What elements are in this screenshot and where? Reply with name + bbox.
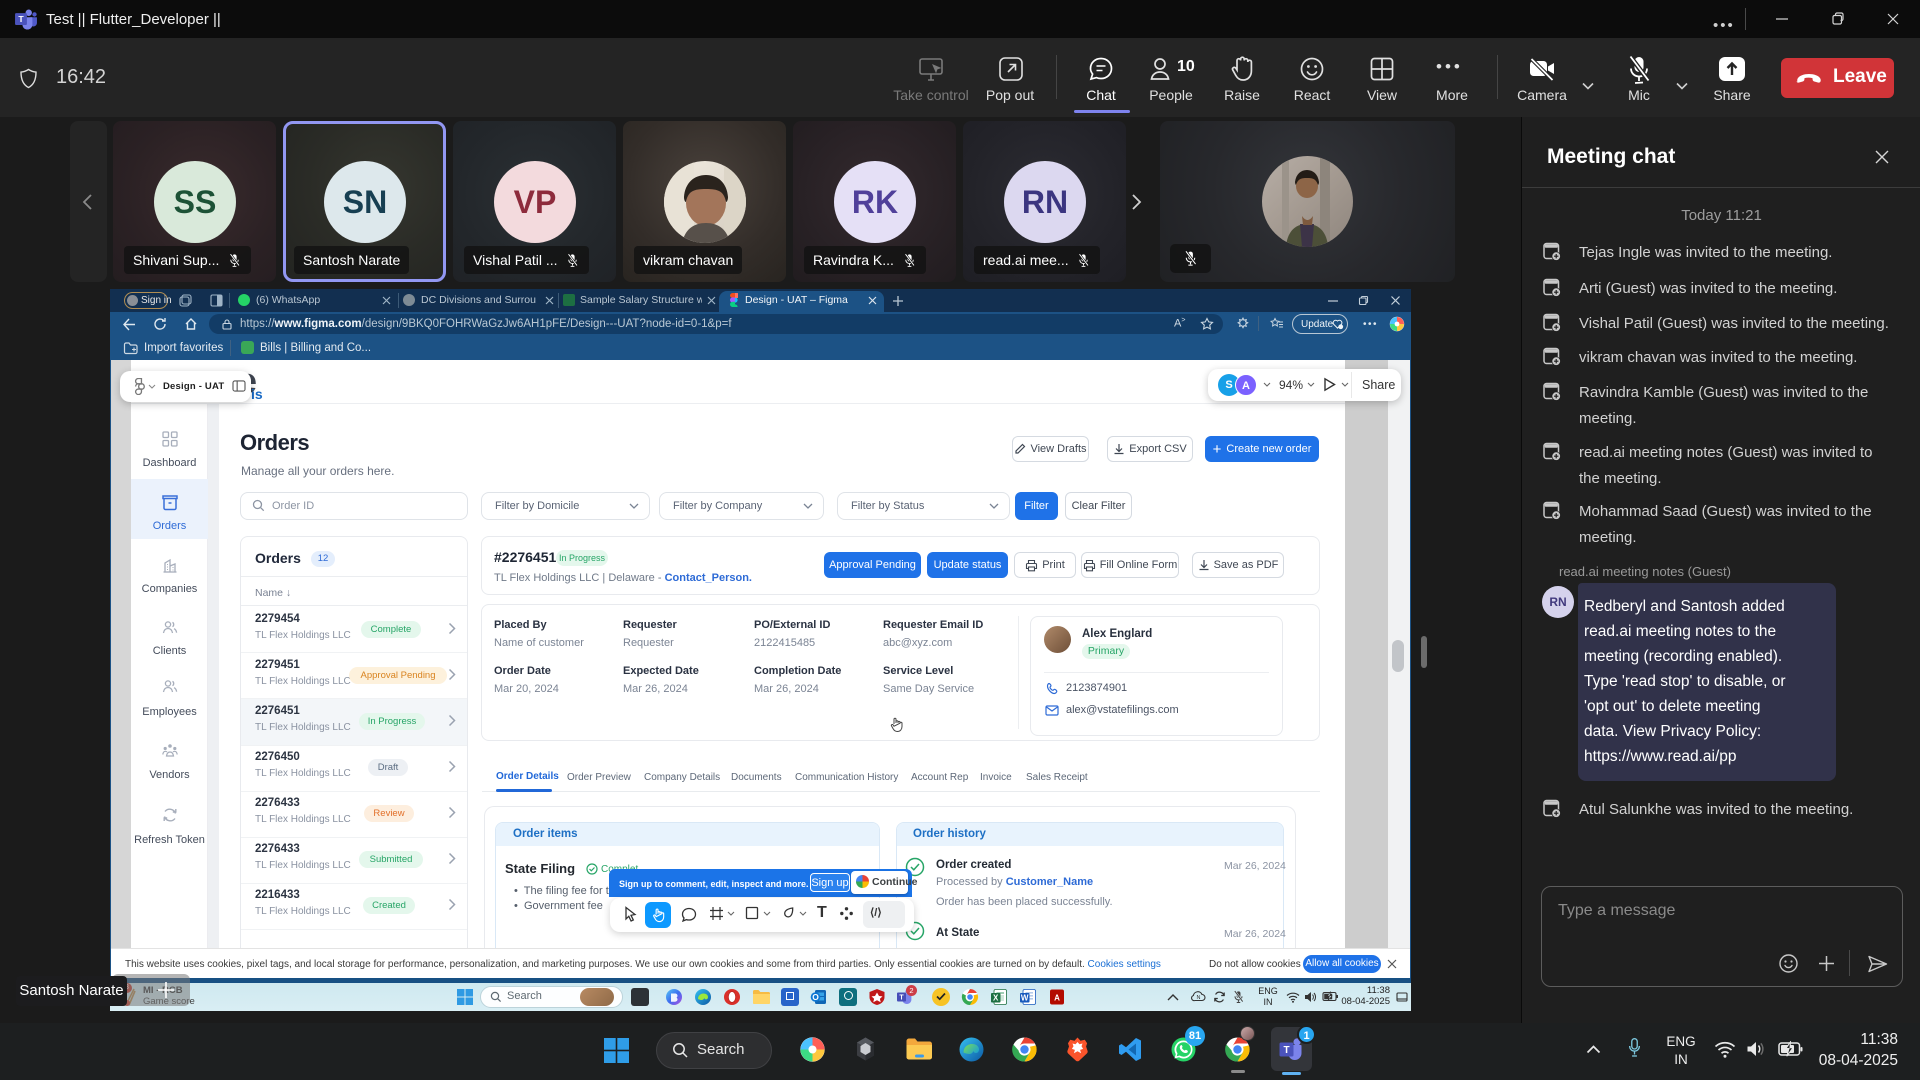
svg-text:T: T <box>1283 1045 1289 1056</box>
svg-text:T: T <box>899 995 904 1002</box>
svg-text:N: N <box>1197 995 1201 1001</box>
svg-text:A: A <box>1054 994 1060 1003</box>
svg-text:T: T <box>18 14 24 24</box>
svg-text:W: W <box>1021 993 1029 1002</box>
svg-text:O: O <box>812 992 819 1002</box>
svg-text:X: X <box>993 993 999 1002</box>
